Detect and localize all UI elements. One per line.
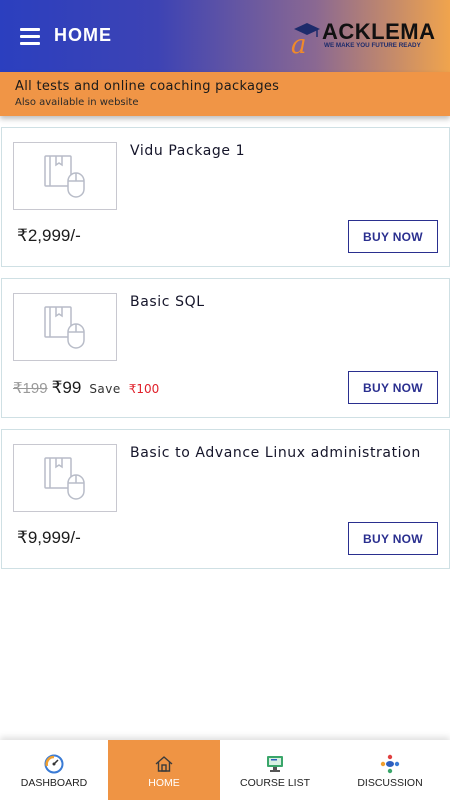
save-label: Save — [89, 382, 121, 396]
buy-now-button[interactable]: BUY NOW — [348, 220, 438, 253]
logo-tagline: WE MAKE YOU FUTURE READY — [324, 42, 421, 49]
package-name: Basic SQL — [130, 294, 205, 310]
package-name: Basic to Advance Linux administration — [130, 445, 421, 461]
package-card: Basic SQL ₹199 ₹99 Save ₹100 BUY NOW — [1, 278, 450, 418]
app-header: HOME a ACKLEMA WE MAKE YOU FUTURE READY — [0, 0, 450, 72]
nav-label: DASHBOARD — [20, 777, 88, 789]
svg-text:a: a — [291, 30, 307, 54]
discussion-icon — [380, 754, 400, 774]
acklema-logo: a ACKLEMA WE MAKE YOU FUTURE READY — [288, 18, 448, 54]
banner-subtitle: Also available in website — [15, 97, 139, 108]
logo-mark-icon: a — [291, 23, 320, 54]
book-mouse-placeholder-icon — [44, 457, 85, 500]
original-price: ₹199 — [13, 380, 48, 397]
hamburger-menu-icon[interactable] — [20, 28, 40, 45]
save-amount: ₹100 — [128, 382, 160, 396]
book-mouse-placeholder-icon — [44, 155, 85, 198]
nav-label: DISCUSSION — [357, 777, 423, 789]
nav-label: COURSE LIST — [239, 777, 310, 789]
info-banner: All tests and online coaching packages A… — [0, 72, 450, 116]
package-card: Basic to Advance Linux administration ₹9… — [1, 429, 450, 569]
package-card: Vidu Package 1 ₹2,999/- BUY NOW — [1, 127, 450, 267]
banner-title: All tests and online coaching packages — [15, 79, 280, 94]
page-title: HOME — [54, 25, 112, 45]
buy-now-button[interactable]: BUY NOW — [348, 522, 438, 555]
package-thumbnail — [13, 142, 117, 210]
nav-label: HOME — [148, 777, 180, 789]
package-thumbnail — [13, 444, 117, 512]
course-list-icon — [267, 756, 283, 772]
package-price: ₹2,999/- — [17, 226, 81, 245]
package-thumbnail — [13, 293, 117, 361]
nav-dashboard[interactable]: DASHBOARD — [0, 740, 108, 800]
home-icon — [155, 756, 173, 772]
nav-home[interactable]: HOME — [108, 740, 220, 800]
price-row: ₹199 ₹99 Save ₹100 — [13, 378, 159, 400]
nav-discussion[interactable]: DISCUSSION — [330, 740, 450, 800]
book-mouse-placeholder-icon — [44, 306, 85, 349]
package-price: ₹9,999/- — [17, 528, 81, 547]
dashboard-gauge-icon — [44, 754, 64, 774]
buy-now-button[interactable]: BUY NOW — [348, 371, 438, 404]
package-price: ₹99 — [51, 378, 82, 397]
nav-course-list[interactable]: COURSE LIST — [220, 740, 330, 800]
package-name: Vidu Package 1 — [130, 143, 246, 159]
bottom-navigation: DASHBOARD HOME COURSE LIST DISCUSSION — [0, 740, 450, 800]
